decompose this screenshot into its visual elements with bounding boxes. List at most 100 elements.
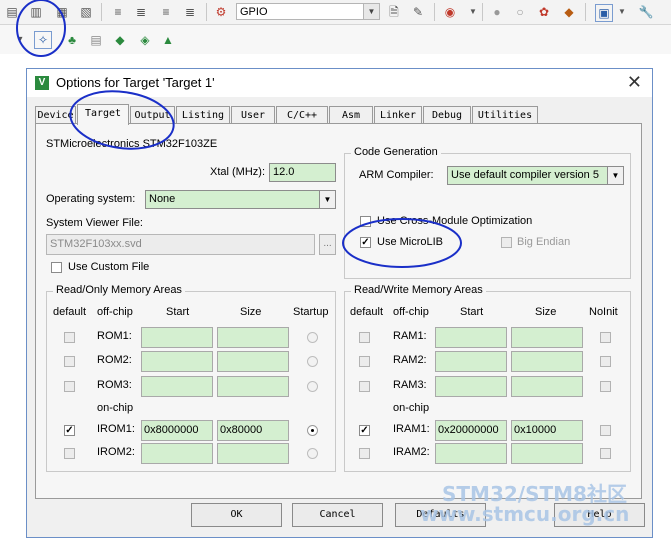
chevron-down-icon[interactable]: ▾ xyxy=(12,32,28,48)
build-icon[interactable]: ▤ xyxy=(4,4,20,20)
clear-breakpoints-icon[interactable]: ◆ xyxy=(561,4,577,20)
tab-output[interactable]: Output xyxy=(130,106,175,124)
arm-compiler-select[interactable]: Use default compiler version 5 ▼ xyxy=(447,166,624,185)
tab-device[interactable]: Device xyxy=(35,106,76,124)
irom2-size-input[interactable] xyxy=(217,443,289,464)
indent-icon[interactable]: ≡ xyxy=(110,4,126,20)
irom2-start-input[interactable] xyxy=(141,443,213,464)
irom1-default-checkbox[interactable]: ✓ xyxy=(64,425,75,436)
tab-listing[interactable]: Listing xyxy=(176,106,230,124)
ram2-start-input[interactable] xyxy=(435,351,507,372)
tab-user[interactable]: User xyxy=(231,106,275,124)
rom3-default-checkbox[interactable] xyxy=(64,381,75,392)
iram1-noinit-checkbox[interactable] xyxy=(600,425,611,436)
ram2-noinit-checkbox[interactable] xyxy=(600,356,611,367)
svd-browse-button[interactable]: ... xyxy=(319,234,336,255)
iram2-noinit-checkbox[interactable] xyxy=(600,448,611,459)
debug-session-icon[interactable]: ◉ xyxy=(442,4,458,20)
rom3-startup-radio[interactable] xyxy=(307,381,318,392)
disable-breakpoint-icon[interactable]: ○ xyxy=(512,4,528,20)
batch-build-icon[interactable]: ▦ xyxy=(54,4,70,20)
iram1-size-input[interactable]: 0x10000 xyxy=(511,420,583,441)
run-time-environment-icon[interactable]: ▲ xyxy=(160,32,176,48)
irom1-start-input[interactable]: 0x8000000 xyxy=(141,420,213,441)
pack-installer-icon[interactable]: ◆ xyxy=(112,32,128,48)
tab-asm[interactable]: Asm xyxy=(329,106,373,124)
window-layout-icon[interactable]: ▣ xyxy=(595,4,613,22)
kill-breakpoints-icon[interactable]: ✿ xyxy=(536,4,552,20)
manage-rte-icon[interactable]: ◈ xyxy=(137,32,153,48)
irom1-startup-radio[interactable] xyxy=(307,425,318,436)
ram1-noinit-checkbox[interactable] xyxy=(600,332,611,343)
irom1-size-input[interactable]: 0x80000 xyxy=(217,420,289,441)
xtal-input[interactable]: 12.0 xyxy=(269,163,336,182)
rom3-start-input[interactable] xyxy=(141,376,213,397)
dialog-title-bar: V Options for Target 'Target 1' ✕ xyxy=(27,69,652,97)
ram3-size-input[interactable] xyxy=(511,376,583,397)
ram3-start-input[interactable] xyxy=(435,376,507,397)
xtal-label: Xtal (MHz): xyxy=(210,166,265,178)
irom2-startup-radio[interactable] xyxy=(307,448,318,459)
breakpoint-icon[interactable]: ● xyxy=(489,4,505,20)
ok-button[interactable]: OK xyxy=(191,503,282,527)
iram2-default-checkbox[interactable] xyxy=(359,448,370,459)
magic-wand-icon[interactable]: ✧ xyxy=(34,31,52,49)
tab-linker[interactable]: Linker xyxy=(374,106,422,124)
os-select[interactable]: None ▼ xyxy=(145,190,336,209)
cross-module-checkbox[interactable] xyxy=(360,216,371,227)
rom3-size-input[interactable] xyxy=(217,376,289,397)
ram3-default-checkbox[interactable] xyxy=(359,381,370,392)
chevron-down-icon[interactable]: ▼ xyxy=(363,4,379,19)
find-in-files-icon[interactable]: 🗎 xyxy=(386,4,402,20)
cancel-button[interactable]: Cancel xyxy=(292,503,383,527)
find-combo[interactable]: GPIO ▼ xyxy=(236,3,380,20)
iram1-start-input[interactable]: 0x20000000 xyxy=(435,420,507,441)
stop-build-icon[interactable]: ▧ xyxy=(78,4,94,20)
tab-cpp[interactable]: C/C++ xyxy=(276,106,328,124)
rom2-default-checkbox[interactable] xyxy=(64,356,75,367)
options-dialog: V Options for Target 'Target 1' ✕ Device… xyxy=(26,68,653,538)
ram1-start-input[interactable] xyxy=(435,327,507,348)
manage-project-items-icon[interactable]: ♣ xyxy=(64,32,80,48)
select-packs-icon[interactable]: ▤ xyxy=(88,32,104,48)
iram2-size-input[interactable] xyxy=(511,443,583,464)
ram2-default-checkbox[interactable] xyxy=(359,356,370,367)
unindent-icon[interactable]: ≣ xyxy=(133,4,149,20)
uncomment-icon[interactable]: ≣ xyxy=(182,4,198,20)
target-options-icon[interactable]: ⚙ xyxy=(213,4,229,20)
close-icon[interactable]: ✕ xyxy=(627,72,642,92)
ro-header-size: Size xyxy=(240,306,262,318)
chevron-down-icon[interactable]: ▼ xyxy=(614,4,630,20)
rom2-size-input[interactable] xyxy=(217,351,289,372)
chevron-down-icon[interactable]: ▼ xyxy=(319,191,335,208)
ram1-label: RAM1: xyxy=(393,330,427,342)
comment-icon[interactable]: ≡ xyxy=(158,4,174,20)
rom2-start-input[interactable] xyxy=(141,351,213,372)
chevron-down-icon[interactable]: ▼ xyxy=(465,4,481,20)
svd-input[interactable]: STM32F103xx.svd xyxy=(46,234,315,255)
irom2-default-checkbox[interactable] xyxy=(64,448,75,459)
use-microlib-checkbox[interactable]: ✓ xyxy=(360,237,371,248)
use-custom-file-checkbox[interactable] xyxy=(51,262,62,273)
code-generation-title: Code Generation xyxy=(351,146,441,158)
rom1-startup-radio[interactable] xyxy=(307,332,318,343)
chevron-down-icon[interactable]: ▼ xyxy=(607,167,623,184)
iram1-default-checkbox[interactable]: ✓ xyxy=(359,425,370,436)
tab-debug[interactable]: Debug xyxy=(423,106,471,124)
irom2-label: IROM2: xyxy=(97,446,135,458)
incremental-find-icon[interactable]: ✎ xyxy=(410,4,426,20)
rebuild-icon[interactable]: ▥ xyxy=(28,4,44,20)
rom1-start-input[interactable] xyxy=(141,327,213,348)
ram1-size-input[interactable] xyxy=(511,327,583,348)
rom2-startup-radio[interactable] xyxy=(307,356,318,367)
tab-utilities[interactable]: Utilities xyxy=(472,106,538,124)
ram3-noinit-checkbox[interactable] xyxy=(600,381,611,392)
ram2-size-input[interactable] xyxy=(511,351,583,372)
ram1-default-checkbox[interactable] xyxy=(359,332,370,343)
tab-target[interactable]: Target xyxy=(77,104,129,125)
iram2-start-input[interactable] xyxy=(435,443,507,464)
rom1-default-checkbox[interactable] xyxy=(64,332,75,343)
wrench-icon[interactable]: 🔧 xyxy=(638,4,654,20)
big-endian-checkbox[interactable] xyxy=(501,237,512,248)
rom1-size-input[interactable] xyxy=(217,327,289,348)
